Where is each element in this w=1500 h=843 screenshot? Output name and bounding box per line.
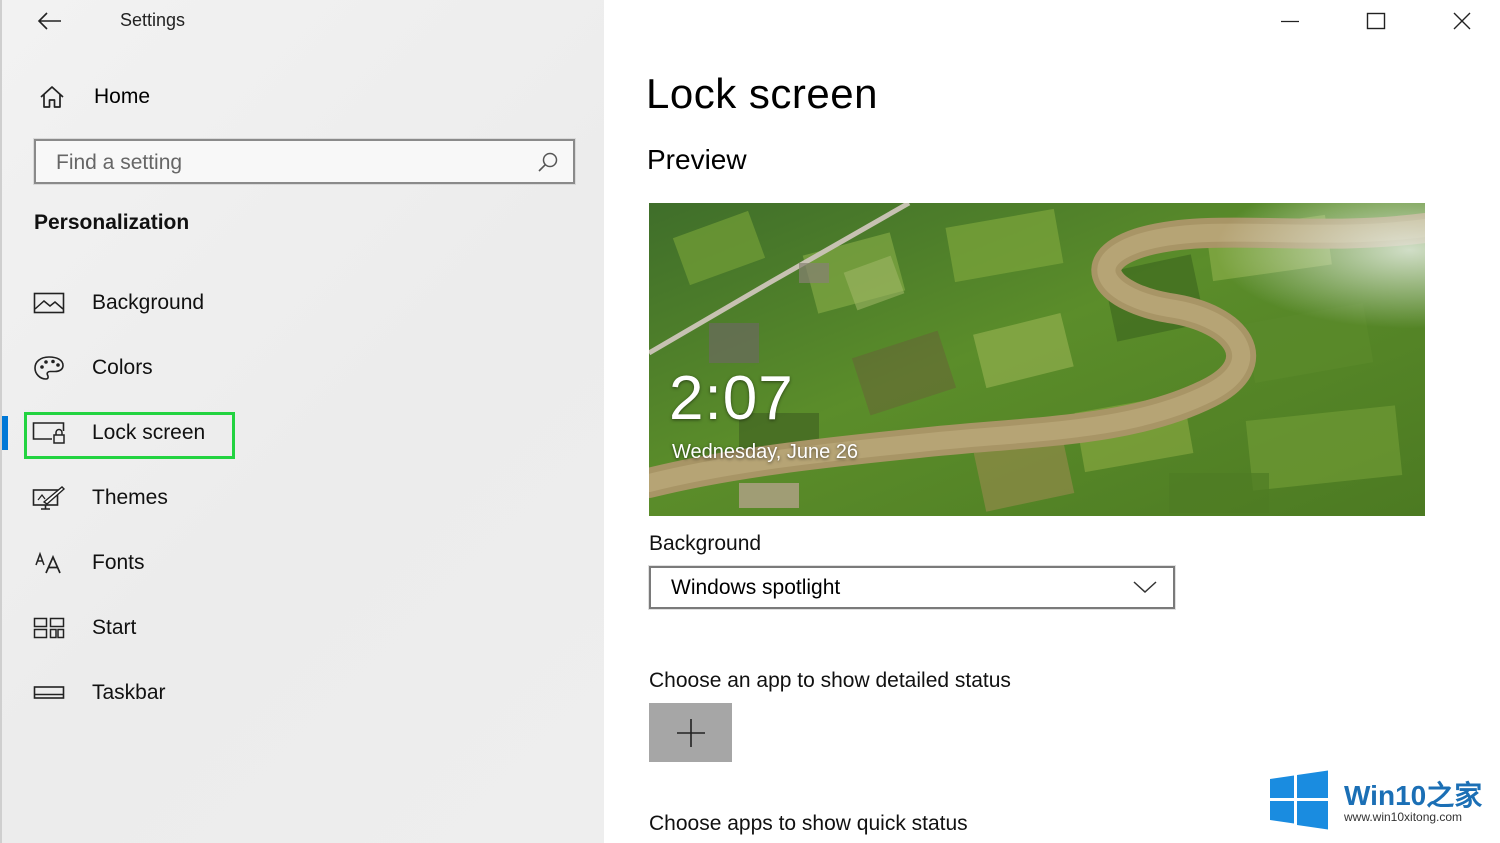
home-label: Home	[94, 85, 151, 108]
start-icon	[32, 613, 66, 643]
plus-icon	[676, 718, 705, 747]
close-button[interactable]	[1434, 4, 1490, 38]
background-dropdown-value: Windows spotlight	[671, 576, 841, 599]
main-panel: Lock screen Preview 2:07 Wednesday, June…	[604, 0, 1500, 843]
sidebar-item-label: Taskbar	[92, 680, 166, 704]
home-icon	[32, 85, 72, 109]
page-title: Lock screen	[646, 70, 878, 117]
preview-time: 2:07	[669, 364, 794, 433]
lock-screen-icon	[32, 418, 66, 448]
picture-icon	[32, 288, 66, 318]
windows-logo-icon	[1270, 770, 1328, 830]
background-dropdown[interactable]: Windows spotlight	[649, 566, 1175, 609]
maximize-icon	[1366, 12, 1386, 30]
sidebar-item-label: Themes	[92, 485, 168, 509]
lock-screen-preview: 2:07 Wednesday, June 26	[649, 203, 1425, 516]
sidebar-item-taskbar[interactable]: Taskbar	[2, 660, 604, 725]
selection-indicator	[2, 416, 8, 450]
sidebar-item-label: Start	[92, 615, 137, 639]
preview-heading: Preview	[647, 144, 747, 175]
quick-status-label: Choose apps to show quick status	[649, 812, 968, 835]
maximize-button[interactable]	[1348, 4, 1404, 38]
sidebar-item-colors[interactable]: Colors	[2, 335, 604, 400]
themes-icon	[32, 483, 66, 513]
detailed-status-label: Choose an app to show detailed status	[649, 669, 1011, 692]
sidebar-item-start[interactable]: Start	[2, 595, 604, 660]
search-box[interactable]	[34, 139, 575, 184]
fonts-icon	[32, 548, 66, 578]
minimize-icon	[1281, 20, 1299, 23]
sidebar-item-home[interactable]: Home	[32, 76, 332, 118]
preview-date: Wednesday, June 26	[672, 441, 859, 463]
landscape-image	[649, 203, 1425, 516]
palette-icon	[32, 353, 66, 383]
sidebar-item-label: Background	[92, 290, 205, 314]
watermark-url: www.win10xitong.com	[1344, 810, 1463, 824]
add-app-button[interactable]	[649, 703, 732, 762]
chevron-down-icon	[1133, 581, 1157, 594]
title-row: Settings	[2, 0, 604, 44]
sidebar-item-lock-screen[interactable]: Lock screen	[2, 400, 604, 465]
watermark-brand: Win10之家	[1344, 780, 1483, 811]
search-icon[interactable]	[537, 151, 559, 173]
sidebar: Settings Home Personalization	[0, 0, 604, 843]
search-input[interactable]	[36, 141, 538, 184]
watermark: Win10之家 www.win10xitong.com	[1268, 770, 1500, 832]
taskbar-icon	[32, 678, 66, 708]
nav-list: Background Colors Lock screen Themes Fon…	[2, 270, 604, 725]
minimize-button[interactable]	[1262, 4, 1318, 38]
settings-window: Settings Home Personalization	[0, 0, 1500, 843]
back-arrow-icon	[37, 12, 61, 30]
back-button[interactable]	[32, 6, 66, 36]
sidebar-item-themes[interactable]: Themes	[2, 465, 604, 530]
section-heading: Personalization	[34, 211, 190, 234]
close-icon	[1453, 12, 1471, 30]
sidebar-item-background[interactable]: Background	[2, 270, 604, 335]
background-label: Background	[649, 532, 762, 555]
sidebar-item-label: Fonts	[92, 550, 145, 574]
sidebar-item-label: Lock screen	[92, 420, 206, 444]
app-title: Settings	[120, 10, 186, 30]
sidebar-item-fonts[interactable]: Fonts	[2, 530, 604, 595]
sidebar-item-label: Colors	[92, 355, 153, 379]
